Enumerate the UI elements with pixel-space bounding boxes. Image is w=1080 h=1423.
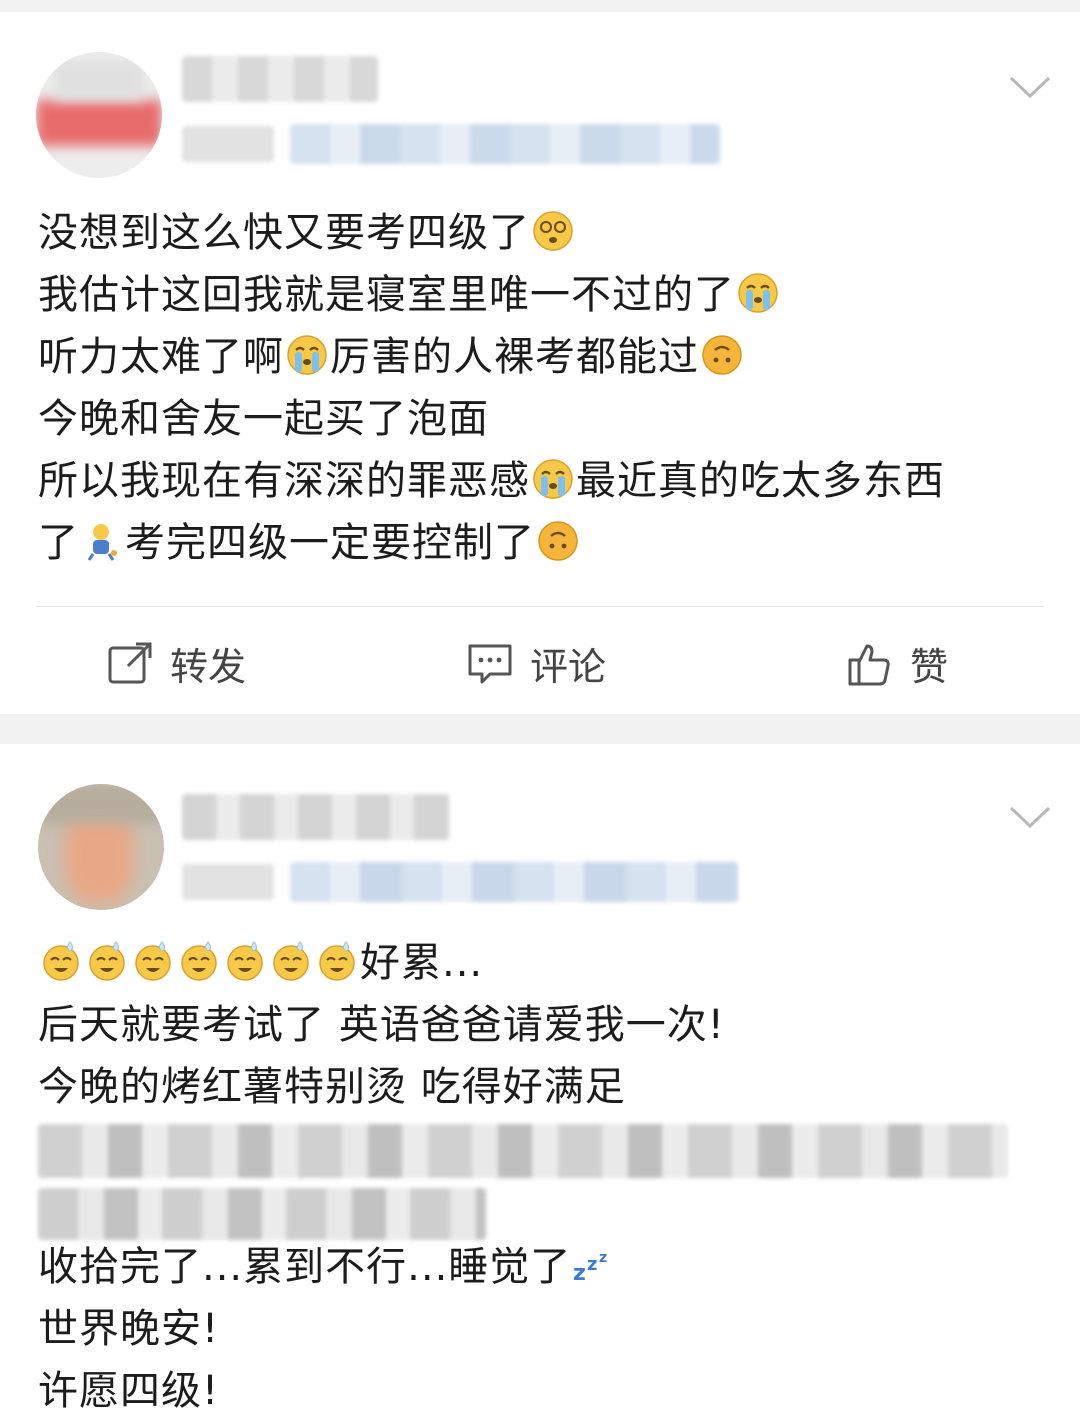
like-button[interactable]: 赞	[846, 636, 948, 691]
post-body: 好累... 后天就要考试了 英语爸爸请爱我一次! 今晚的烤红薯特别烫 吃得好满足	[38, 932, 725, 1118]
like-label: 赞	[910, 645, 949, 689]
repost-button[interactable]: 转发	[106, 636, 246, 691]
chevron-down-icon[interactable]	[1008, 74, 1052, 100]
redacted-text	[38, 1124, 1008, 1178]
post-text: 今晚的烤红薯特别烫 吃得好满足	[38, 1064, 626, 1110]
comment-label: 评论	[530, 645, 607, 689]
repost-label: 转发	[170, 645, 247, 689]
sweat-face-icon	[40, 940, 82, 982]
post-text: 厉害的人裸考都能过	[330, 334, 699, 380]
post-card-1: 没想到这么快又要考四级了 我估计这回我就是寝室里唯一不过的了 听力太难了啊 厉害的…	[0, 12, 1080, 714]
post-body: 没想到这么快又要考四级了 我估计这回我就是寝室里唯一不过的了 听力太难了啊 厉害的…	[38, 202, 945, 574]
post-text: 听力太难了啊	[38, 334, 284, 380]
post-card-2: 好累... 后天就要考试了 英语爸爸请爱我一次! 今晚的烤红薯特别烫 吃得好满足…	[0, 744, 1080, 1423]
post-text: 最近真的吃太多东西	[576, 458, 945, 504]
upside-down-face-icon	[537, 520, 579, 562]
divider	[36, 606, 1044, 607]
sweat-face-icon	[178, 940, 220, 982]
post-source-redacted	[290, 862, 738, 902]
sleep-zzz-icon: zzz	[573, 1244, 615, 1286]
post-text: 后天就要考试了 英语爸爸请爱我一次!	[38, 1002, 725, 1048]
sweat-face-icon	[224, 940, 266, 982]
upside-down-face-icon	[701, 334, 743, 376]
crying-face-icon	[532, 458, 574, 500]
repost-icon	[106, 640, 154, 688]
user-avatar[interactable]	[38, 784, 164, 910]
post-text: 我估计这回我就是寝室里唯一不过的了	[38, 272, 735, 318]
crying-face-icon	[737, 272, 779, 314]
svg-text:z: z	[573, 1261, 587, 1286]
username-redacted[interactable]	[182, 56, 378, 102]
chevron-down-icon[interactable]	[1008, 804, 1052, 830]
comment-button[interactable]: 评论	[466, 636, 606, 691]
redacted-text	[38, 1188, 486, 1240]
post-text: 没想到这么快又要考四级了	[38, 210, 530, 256]
sweat-face-icon	[270, 940, 312, 982]
dizzy-face-icon	[532, 210, 574, 252]
post-text: 今晚和舍友一起买了泡面	[38, 396, 489, 442]
user-avatar[interactable]	[36, 52, 162, 178]
sweat-face-icon	[132, 940, 174, 982]
post-text: 考完四级一定要控制了	[125, 520, 535, 566]
post-body-continued: 收拾完了...累到不行...睡觉了 z z z 世界晚安! 许愿四级!	[38, 1236, 617, 1422]
svg-text:z: z	[587, 1254, 598, 1275]
post-text: 了	[38, 520, 79, 566]
svg-text:z: z	[599, 1250, 608, 1266]
post-text: 许愿四级!	[38, 1368, 220, 1414]
username-redacted[interactable]	[182, 794, 450, 840]
post-text: 收拾完了...累到不行...睡觉了	[38, 1244, 572, 1290]
post-text: 所以我现在有深深的罪恶感	[38, 458, 530, 504]
post-source-redacted	[290, 124, 720, 164]
post-meta-redacted	[182, 126, 274, 162]
post-meta-redacted	[182, 864, 274, 900]
thumbs-up-icon	[846, 640, 894, 688]
sweat-face-icon	[316, 940, 358, 982]
cheering-figure-icon	[81, 520, 123, 562]
sweat-face-icon	[86, 940, 128, 982]
comment-icon	[466, 640, 514, 688]
post-text: 好累...	[360, 940, 484, 986]
crying-face-icon	[286, 334, 328, 376]
post-text: 世界晚安!	[38, 1306, 220, 1352]
